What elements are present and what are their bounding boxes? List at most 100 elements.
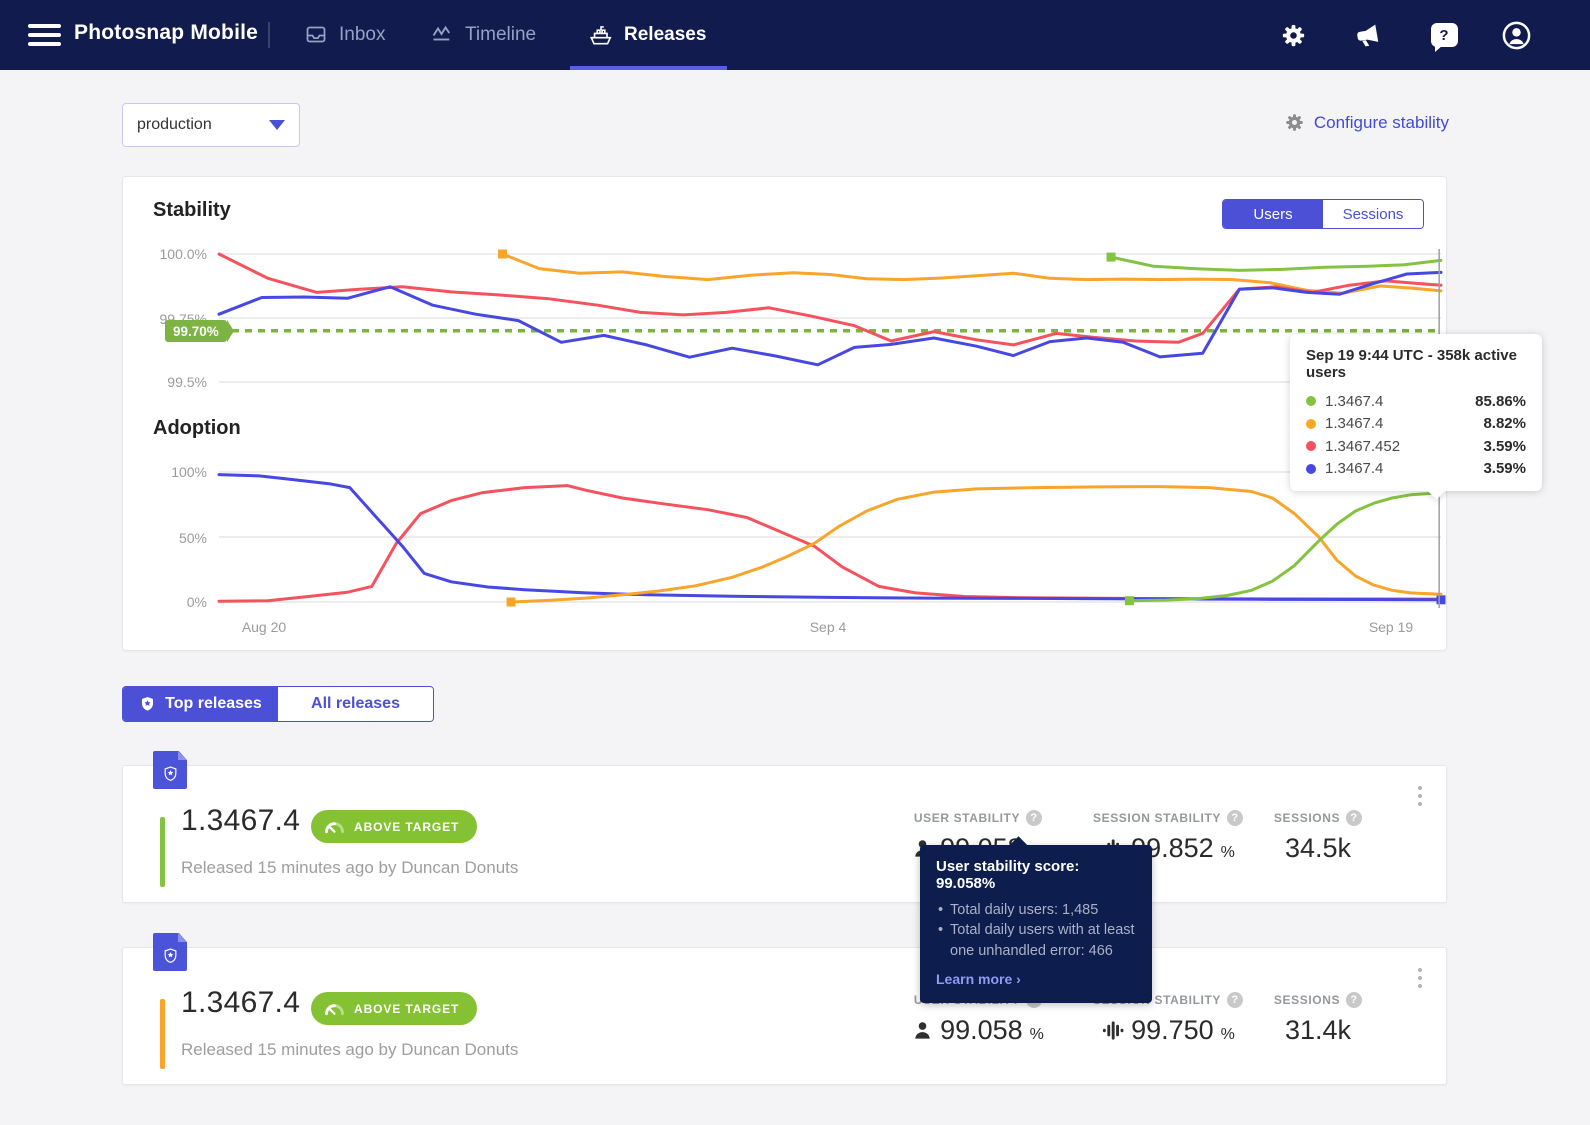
y-tick-label: 0%	[186, 594, 207, 610]
metric-value: 31.4k	[1284, 1015, 1352, 1045]
series-dot	[1306, 396, 1316, 407]
above-target-badge: ABOVE TARGET	[311, 992, 478, 1025]
release-meta: Released 15 minutes ago by Duncan Donuts	[181, 858, 519, 877]
gauge-icon	[323, 819, 346, 834]
top-releases-tab[interactable]: Top releases	[123, 687, 278, 721]
help-button[interactable]: ?	[1429, 20, 1459, 52]
help-circle-icon[interactable]: ?	[1227, 810, 1243, 826]
chevron-down-icon	[269, 120, 285, 130]
stability-card: Stability Users Sessions 100.0% 99.75% 9…	[122, 176, 1447, 651]
stability-chart[interactable]	[217, 244, 1443, 394]
settings-button[interactable]	[1278, 20, 1308, 50]
toggle-sessions-button[interactable]: Sessions	[1323, 200, 1423, 228]
learn-more-link[interactable]: Learn more ›	[936, 971, 1021, 987]
y-tick-label: 100%	[171, 464, 207, 480]
x-tick-label: Sep 4	[809, 619, 847, 635]
sessions-metric: SESSIONS ? 31.4k	[1263, 992, 1373, 1046]
metric-value: 99.750	[1131, 1015, 1214, 1045]
above-target-label: ABOVE TARGET	[354, 1001, 460, 1016]
release-accent-bar	[160, 999, 165, 1069]
release-card[interactable]: 1.3467.4 ABOVE TARGET Released 15 minute…	[122, 933, 1447, 1085]
metric-label: SESSIONS	[1273, 993, 1341, 1007]
stability-mode-toggle: Users Sessions	[1222, 199, 1424, 229]
y-tick-label: 50%	[178, 530, 207, 546]
sessions-metric: SESSIONS ? 34.5k	[1263, 810, 1373, 864]
metric-value: 34.5k	[1284, 833, 1352, 863]
series-version: 1.3467.452	[1325, 437, 1401, 455]
account-button[interactable]	[1501, 20, 1531, 50]
nav-tab-timeline[interactable]: Timeline	[430, 0, 536, 70]
series-version: 1.3467.4	[1325, 415, 1384, 433]
nav-tab-label: Inbox	[339, 24, 386, 45]
all-releases-tab[interactable]: All releases	[278, 687, 433, 721]
above-target-label: ABOVE TARGET	[354, 819, 460, 834]
configure-stability-link[interactable]: Configure stability	[1284, 112, 1449, 133]
tooltip-bullets: Total daily users: 1,485 Total daily use…	[936, 900, 1136, 961]
all-releases-label: All releases	[311, 695, 400, 712]
release-list-toggle: Top releases All releases	[122, 686, 434, 722]
adoption-title: Adoption	[153, 417, 241, 439]
series-value: 85.86%	[1475, 392, 1526, 410]
more-options-icon[interactable]	[1410, 966, 1430, 990]
configure-stability-label: Configure stability	[1313, 112, 1449, 132]
series-version: 1.3467.4	[1325, 460, 1384, 478]
release-meta: Released 15 minutes ago by Duncan Donuts	[181, 1040, 519, 1059]
metric-label: USER STABILITY	[913, 811, 1021, 825]
user-icon	[912, 1020, 933, 1041]
tooltip-title: Sep 19 9:44 UTC - 358k active users	[1306, 347, 1517, 381]
shield-star-icon	[139, 695, 156, 713]
y-tick-label: 99.5%	[167, 374, 207, 390]
help-circle-icon[interactable]: ?	[1346, 810, 1363, 826]
menu-icon[interactable]	[28, 24, 61, 46]
top-releases-label: Top releases	[165, 695, 262, 712]
metric-value: 99.058	[940, 1015, 1023, 1045]
release-card[interactable]: 1.3467.4 ABOVE TARGET Released 15 minute…	[122, 751, 1447, 903]
nav-divider	[268, 22, 270, 48]
app-root: Photosnap Mobile Inbox Timeline Releases…	[0, 0, 1590, 1125]
stability-target-badge: 99.70%	[165, 320, 234, 342]
help-circle-icon[interactable]: ?	[1346, 992, 1363, 1008]
megaphone-icon	[1352, 21, 1382, 49]
inbox-icon	[303, 23, 329, 47]
adoption-chart[interactable]	[217, 467, 1446, 612]
release-stage-value: production	[137, 116, 212, 133]
tooltip-row: 1.3467.4 3.59%	[1306, 458, 1526, 481]
release-version[interactable]: 1.3467.4	[181, 804, 300, 838]
user-stability-tooltip: User stability score: 99.058% Total dail…	[920, 845, 1152, 1003]
release-accent-bar	[160, 817, 165, 887]
above-target-badge: ABOVE TARGET	[311, 810, 478, 843]
top-release-bookmark-icon	[153, 933, 187, 971]
tooltip-row: 1.3467.452 3.59%	[1306, 435, 1526, 458]
app-title: Photosnap Mobile	[74, 21, 259, 44]
nav-tab-label: Releases	[624, 24, 707, 45]
metric-label: SESSIONS	[1273, 811, 1341, 825]
release-stage-dropdown[interactable]: production	[122, 103, 300, 147]
x-tick-label: Aug 20	[241, 619, 287, 635]
nav-tab-inbox[interactable]: Inbox	[303, 0, 385, 70]
user-avatar-icon	[1501, 20, 1532, 51]
top-release-bookmark-icon	[153, 751, 187, 789]
metric-label: SESSION STABILITY	[1093, 811, 1221, 825]
help-icon: ?	[1430, 23, 1458, 52]
nav-tab-label: Timeline	[465, 24, 537, 45]
stability-title: Stability	[153, 199, 231, 221]
gauge-icon	[323, 1001, 346, 1016]
series-dot	[1306, 441, 1316, 452]
series-value: 3.59%	[1483, 437, 1526, 455]
nav-tab-releases[interactable]: Releases	[587, 0, 706, 70]
announcements-button[interactable]	[1352, 20, 1382, 50]
y-tick-label: 100.0%	[159, 246, 207, 262]
help-circle-icon[interactable]: ?	[1026, 810, 1043, 826]
series-dot	[1306, 463, 1316, 474]
series-version: 1.3467.4	[1325, 392, 1384, 410]
help-circle-icon[interactable]: ?	[1227, 992, 1243, 1008]
series-dot	[1306, 418, 1316, 429]
series-value: 3.59%	[1483, 460, 1526, 478]
gear-icon	[1284, 112, 1305, 133]
toggle-users-button[interactable]: Users	[1223, 200, 1323, 228]
top-navbar: Photosnap Mobile Inbox Timeline Releases…	[0, 0, 1590, 70]
ship-icon	[587, 22, 614, 48]
more-options-icon[interactable]	[1410, 784, 1430, 808]
tooltip-title: User stability score: 99.058%	[936, 858, 1080, 892]
release-version[interactable]: 1.3467.4	[181, 986, 300, 1020]
